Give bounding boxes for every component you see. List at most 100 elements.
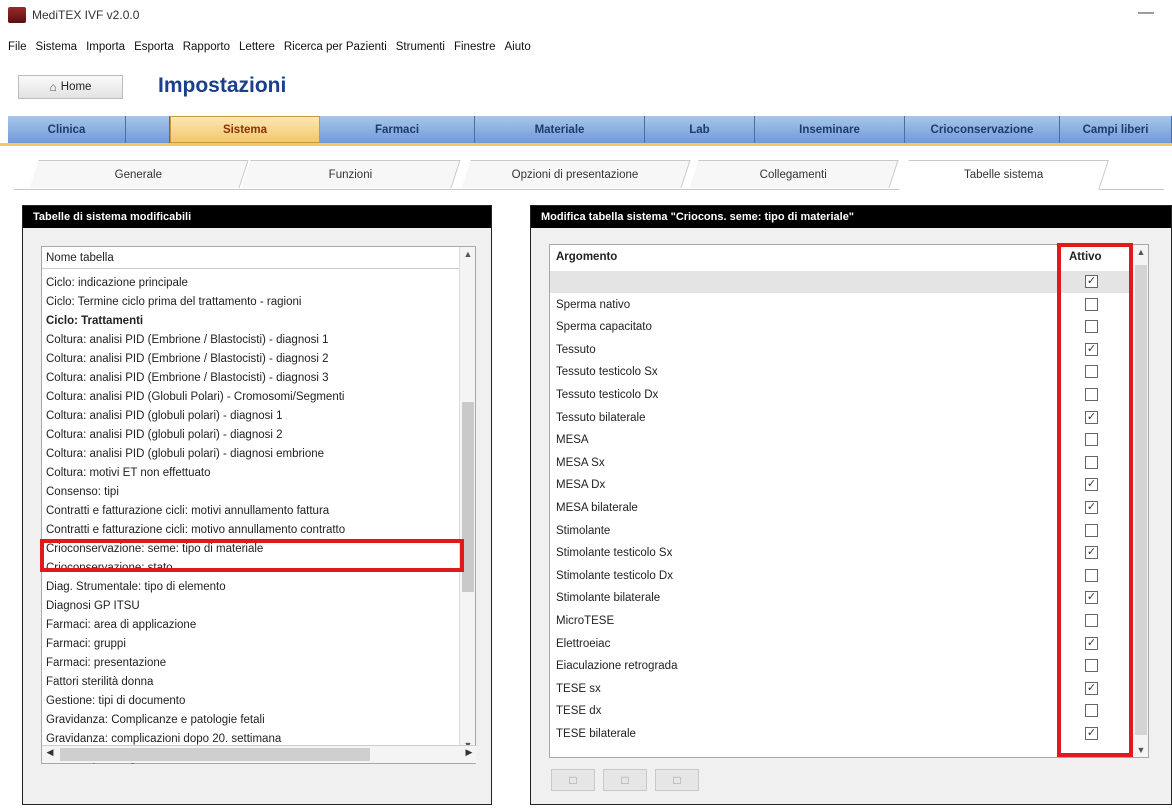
table-list-item[interactable]: Ciclo: indicazione principale [46,273,458,292]
active-checkbox[interactable] [1085,433,1098,447]
active-checkbox[interactable]: ✓ [1085,478,1098,492]
tab-clinica[interactable]: Clinica [8,116,126,143]
menu-esporta[interactable]: Esporta [134,41,174,53]
table-list-item[interactable]: Diag. Strumentale: tipo di elemento [46,577,458,596]
table-list-item[interactable]: Crioconservazione: seme: tipo di materia… [46,539,458,558]
hscroll-thumb[interactable] [60,748,370,761]
grid-row[interactable]: Tessuto [556,339,1056,361]
table-list-item[interactable]: Coltura: analisi PID (Embrione / Blastoc… [46,330,458,349]
system-tables-list[interactable]: Nome tabella Ciclo: indicazione principa… [41,246,477,764]
table-list-item[interactable]: Diagnosi GP ITSU [46,596,458,615]
home-button[interactable]: ⌂ Home [18,75,123,99]
tab-sistema[interactable]: Sistema [170,116,320,143]
grid-row[interactable]: MESA Sx [556,452,1056,474]
table-list-item[interactable]: Coltura: analisi PID (globuli polari) - … [46,406,458,425]
tab-campi-liberi[interactable]: Campi liberi [1060,116,1172,143]
scroll-right-icon[interactable]: ▶ [461,747,477,758]
table-list-item[interactable]: Crioconservazione: stato [46,558,458,577]
subtab-generale[interactable]: Generale [29,160,249,188]
table-list-item[interactable]: Gravidanza: Complicanze e patologie feta… [46,710,458,729]
table-list-item[interactable]: Coltura: analisi PID (Embrione / Blastoc… [46,368,458,387]
grid-row[interactable]: Sperma nativo [556,294,1056,316]
table-list-item[interactable]: Coltura: analisi PID (Embrione / Blastoc… [46,349,458,368]
grid-scroll-thumb[interactable] [1135,265,1147,735]
menu-file[interactable]: File [8,41,27,53]
table-list-item[interactable]: Coltura: motivi ET non effettuato [46,463,458,482]
delete-row-button[interactable]: □ [655,769,699,791]
menu-importa[interactable]: Importa [86,41,125,53]
list-vertical-scrollbar[interactable]: ▲ ▼ [459,247,475,752]
tab-lab[interactable]: Lab [645,116,755,143]
active-checkbox[interactable]: ✓ [1085,275,1098,288]
menu-rapporto[interactable]: Rapporto [183,41,230,53]
subtab-funzioni[interactable]: Funzioni [241,160,461,188]
table-list-item[interactable]: Contratti e fatturazione cicli: motivi a… [46,501,458,520]
grid-row[interactable] [550,271,1133,293]
active-checkbox[interactable] [1085,388,1098,401]
table-list-item[interactable]: Ciclo: Termine ciclo prima del trattamen… [46,292,458,311]
table-list-item[interactable]: Farmaci: area di applicazione [46,615,458,634]
tab-inseminare[interactable]: Inseminare [755,116,905,143]
grid-row[interactable]: Stimolante bilaterale [556,587,1056,609]
grid-row[interactable]: MESA bilaterale [556,497,1056,519]
active-checkbox[interactable]: ✓ [1085,501,1098,514]
grid-row[interactable]: Sperma capacitato [556,316,1056,338]
subtab-collegamenti[interactable]: Collegamenti [689,160,899,188]
table-list-item[interactable]: Farmaci: presentazione [46,653,458,672]
active-checkbox[interactable]: ✓ [1085,636,1098,650]
active-checkbox[interactable]: ✓ [1085,591,1098,605]
grid-row[interactable]: Eiaculazione retrograda [556,655,1056,677]
grid-row[interactable]: Tessuto bilaterale [556,407,1056,429]
grid-vertical-scrollbar[interactable]: ▲ ▼ [1132,245,1148,757]
list-horizontal-scrollbar[interactable]: ◀ ▶ [42,745,477,763]
menu-ricerca[interactable]: Ricerca per Pazienti [284,41,387,53]
scroll-left-icon[interactable]: ◀ [42,747,58,758]
grid-row[interactable]: TESE sx [556,678,1056,700]
grid-row[interactable]: TESE bilaterale [556,723,1056,745]
grid-scroll-up-icon[interactable]: ▲ [1133,247,1149,257]
column-header-argomento[interactable]: Argomento [556,251,617,263]
active-checkbox[interactable] [1085,320,1098,334]
active-checkbox[interactable] [1085,365,1098,379]
menu-strumenti[interactable]: Strumenti [396,41,445,53]
active-checkbox[interactable] [1085,297,1098,311]
subtab-tabelle-sistema[interactable]: Tabelle sistema [899,160,1109,190]
active-checkbox[interactable]: ✓ [1085,727,1098,740]
table-list-item[interactable]: Coltura: analisi PID (globuli polari) - … [46,444,458,463]
grid-row[interactable]: Tessuto testicolo Sx [556,361,1056,383]
tab-materiale[interactable]: Materiale [475,116,645,143]
list-scroll-thumb[interactable] [462,402,474,592]
menu-lettere[interactable]: Lettere [239,41,275,53]
edit-row-button[interactable]: □ [603,769,647,791]
menu-sistema[interactable]: Sistema [36,41,78,53]
table-list-item[interactable]: Contratti e fatturazione cicli: motivo a… [46,520,458,539]
grid-row[interactable]: MESA [556,429,1056,451]
column-header-nome[interactable]: Nome tabella [42,247,460,269]
active-checkbox[interactable]: ✓ [1085,410,1098,424]
active-checkbox[interactable] [1085,568,1098,582]
menu-finestre[interactable]: Finestre [454,41,496,53]
active-checkbox[interactable]: ✓ [1085,546,1098,560]
table-list-item[interactable]: Consenso: tipi [46,482,458,501]
active-checkbox[interactable] [1085,704,1098,718]
grid-row[interactable]: MicroTESE [556,610,1056,632]
table-list-item[interactable]: Ciclo: Trattamenti [46,311,458,330]
table-list-item[interactable]: Coltura: analisi PID (globuli polari) - … [46,425,458,444]
tab-crioconservazione[interactable]: Crioconservazione [905,116,1060,143]
active-checkbox[interactable] [1085,659,1098,673]
grid-row[interactable]: Stimolante [556,520,1056,542]
grid-row[interactable]: TESE dx [556,700,1056,722]
grid-row[interactable]: Stimolante testicolo Sx [556,542,1056,564]
table-list-item[interactable]: Farmaci: gruppi [46,634,458,653]
active-checkbox[interactable] [1085,455,1098,469]
grid-row[interactable]: Stimolante testicolo Dx [556,565,1056,587]
active-checkbox[interactable] [1085,523,1098,537]
grid-row[interactable]: Tessuto testicolo Dx [556,384,1056,406]
grid-row[interactable]: Elettroeiac [556,633,1056,655]
active-checkbox[interactable]: ✓ [1085,342,1098,356]
table-list-item[interactable]: Gestione: tipi di documento [46,691,458,710]
grid-row[interactable]: MESA Dx [556,474,1056,496]
active-checkbox[interactable] [1085,614,1098,627]
grid-scroll-down-icon[interactable]: ▼ [1133,745,1149,755]
add-row-button[interactable]: □ [551,769,595,791]
